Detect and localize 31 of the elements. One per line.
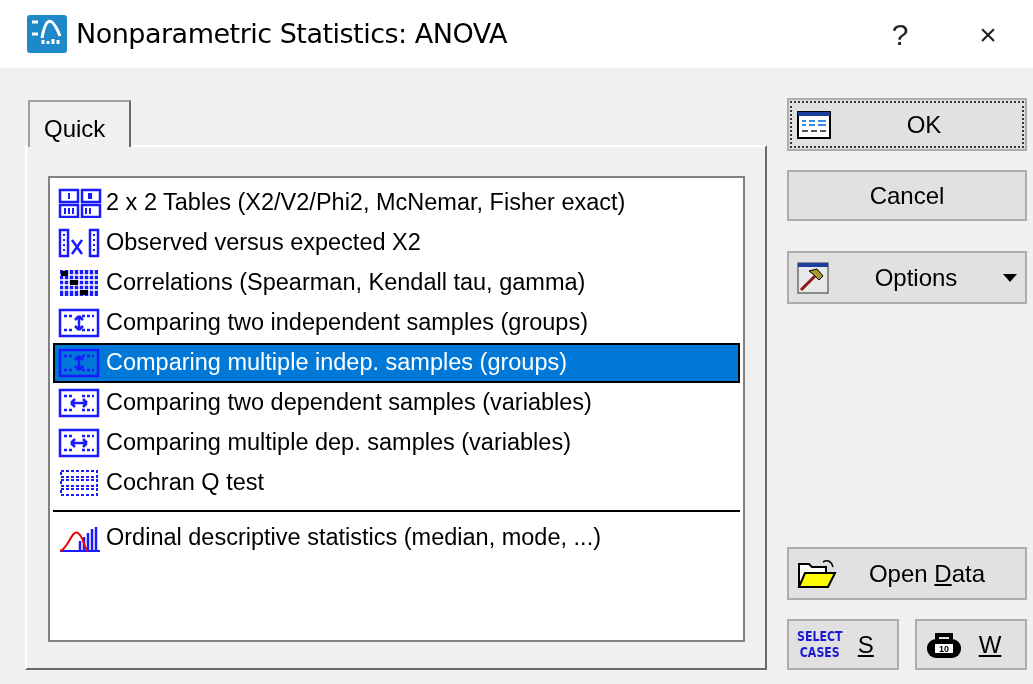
list-item[interactable]: Comparing two independent samples (groups)	[53, 303, 740, 343]
list-item[interactable]: Comparing two dependent samples (variables)	[53, 383, 740, 423]
select-cases-button[interactable]: SELECT CASES S	[787, 619, 899, 670]
tab[interactable]: Quick	[28, 100, 131, 147]
close-button[interactable]: ×	[959, 11, 1017, 57]
help-button[interactable]: ?	[871, 11, 929, 57]
samples-icon	[58, 428, 102, 458]
list-item[interactable]: Comparing multiple dep. samples (variables)	[53, 423, 740, 463]
list-item[interactable]: Ordinal descriptive statistics (median, mode, ...)	[53, 518, 740, 558]
columns-icon	[58, 228, 102, 258]
list-item[interactable]: 2 x 2 Tables (X2/V2/Phi2, McNemar, Fisher exact)	[53, 183, 740, 223]
list-item[interactable]: Cochran Q test	[53, 463, 740, 503]
table-grid-icon	[58, 188, 102, 218]
cancel-button[interactable]: Cancel	[787, 170, 1027, 221]
samples-icon	[58, 308, 102, 338]
samples-icon	[58, 348, 102, 378]
folder-icon	[797, 557, 837, 590]
hammer-icon	[797, 261, 829, 294]
ok-button[interactable]: OK	[787, 98, 1027, 151]
list-item[interactable]: Comparing multiple indep. samples (groups)	[53, 343, 740, 383]
options-button[interactable]: Options	[787, 251, 1027, 304]
open-data-button[interactable]: Open Data	[787, 547, 1027, 600]
list-item[interactable]: Correlations (Spearman, Kendall tau, gamma)	[53, 263, 740, 303]
table-icon	[797, 110, 831, 139]
dropdown-caret-icon	[1003, 273, 1017, 282]
weight-button[interactable]: 10 W	[915, 619, 1027, 670]
list-item[interactable]: Observed versus expected X2	[53, 223, 740, 263]
window-title: Nonparametric Statistics: ANOVA	[76, 16, 507, 51]
app-icon	[26, 14, 68, 54]
select-cases-icon: SELECT CASES	[797, 628, 843, 661]
samples-icon	[58, 388, 102, 418]
